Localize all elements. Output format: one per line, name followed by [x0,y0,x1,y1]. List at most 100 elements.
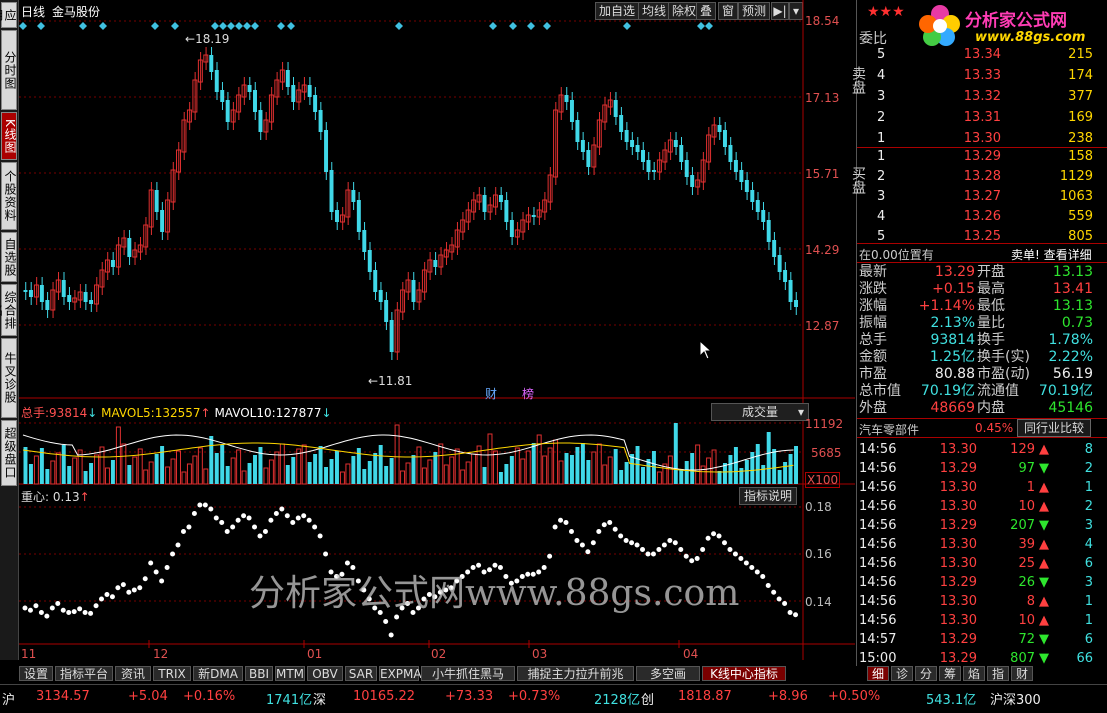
mavol10-value: 127877 [275,406,322,420]
left-tab-7[interactable]: 超级盘口 [1,420,17,486]
candle-body [324,130,329,172]
indicator-tab-0[interactable]: 设置 [19,666,53,681]
candle-body [761,210,766,222]
candle-body [690,175,695,187]
volume-bar [613,449,618,484]
arrow-down-icon: ▼ [1039,518,1049,533]
quote-row: 涨幅 +1.14% 最低 13.13 [857,298,1097,315]
divider [857,243,1107,244]
tick-count: 3 [1084,575,1093,590]
indicator-dot [295,515,301,521]
right-tab-6[interactable]: 财 [1011,666,1033,681]
buy-row[interactable]: 2 13.28 1129 [857,168,1097,186]
buy-side-label: 买盘 [850,166,866,194]
candle-body [772,240,777,257]
event-marker-finance[interactable]: 财 [485,385,497,402]
quote-value: 2.13% [930,315,975,331]
sell-row[interactable]: 4 13.33 174 [857,67,1097,85]
buy-row[interactable]: 3 13.27 1063 [857,188,1097,206]
indicator-tab-2[interactable]: 资讯 [115,666,151,681]
right-tab-4[interactable]: 焰 [963,666,985,681]
indicator-dot [317,533,323,539]
kline-chart[interactable] [19,0,855,660]
tick-volume: 26 [1018,575,1035,590]
industry-name[interactable]: 汽车零部件 [859,421,919,438]
left-tab-3[interactable]: 个股资料 [1,162,17,230]
volume-bar [569,455,574,484]
quote-label: 总手 [859,332,887,348]
sell-row[interactable]: 3 13.32 377 [857,88,1097,106]
right-tab-2[interactable]: 分 [915,666,937,681]
sell-row[interactable]: 1 13.30 238 [857,130,1097,148]
indicator-dot [120,582,126,588]
indicator-dot [754,569,760,575]
signal-diamond-icon [527,22,535,30]
buy-row[interactable]: 4 13.26 559 [857,208,1097,226]
left-tab-5[interactable]: 综合排名 [0,284,17,336]
indicator-tab-1[interactable]: 指标平台 [55,666,113,681]
sell-row[interactable]: 2 13.31 169 [857,109,1097,127]
indicator-tab-9[interactable]: EXPMA [379,666,422,681]
view-detail-link[interactable]: 卖单! 查看详细 [1011,246,1092,263]
date-axis-label: 02 [431,647,447,661]
candle-body [766,220,771,242]
buy-row[interactable]: 1 13.29 158 [857,148,1097,166]
indicator-tab-4[interactable]: 新DMA [193,666,243,681]
volume-bar [318,446,323,484]
indicator-dot [793,612,799,618]
chart-area[interactable]: 日线 金马股份 加自选 均线 除权叠窗预测 ▶| ▾ 18.54 17.13 15.71… [19,0,855,661]
indicator-tab-3[interactable]: TRIX [153,666,191,681]
candle-body [613,100,618,117]
quote-value: 80.88 [934,366,975,382]
volume-bar [132,456,138,485]
high-value: 18.19 [195,32,230,46]
volume-bar [291,457,296,484]
candle-body [389,320,394,352]
industry-compare-button[interactable]: 同行业比较 [1017,419,1092,437]
signal-diamond-icon [151,22,159,30]
left-tab-1[interactable]: 分时图 [1,30,17,110]
volume-bar [564,453,569,484]
quote-label: 外盘 [859,400,887,416]
indicator-dot [246,515,252,521]
indicator-dot [700,547,706,552]
arrow-down-icon: ▼ [1039,461,1049,476]
left-tab-2[interactable]: K线图 [1,112,17,160]
indicator-dot [22,605,28,611]
candle-body [214,70,219,92]
left-tab-0[interactable]: 应用 [0,2,17,28]
tick-count: 1 [1084,613,1093,628]
indicator-tab-11[interactable]: 捕捉主力拉升前兆 [517,666,634,681]
right-tab-1[interactable]: 诊 [891,666,913,681]
volume-bar [788,454,793,484]
volume-indicator-dropdown[interactable]: 成交量 ▾ [711,403,809,421]
volume-bar [351,456,356,484]
indicator-tab-13[interactable]: K线中心指标 [702,666,786,681]
left-tab-4[interactable]: 自选股 [1,232,17,282]
right-tab-0[interactable]: 细 [867,666,889,681]
indicator-help-button[interactable]: 指标说明 [739,487,798,505]
indicator-legend: 重心: 0.13↑ [21,490,90,504]
price-axis-label: 18.54 [805,14,840,28]
right-tab-3[interactable]: 筹 [939,666,961,681]
volume-bar [744,460,749,484]
candle-body [498,195,503,202]
tick-row: 14:56 13.29 207 ▼ 3 [857,516,1097,535]
sell-price: 13.33 [963,68,1001,83]
indicator-tab-7[interactable]: OBV [307,666,343,681]
candle-body [67,295,72,302]
candle-body [89,300,94,304]
indicator-dot [634,542,640,548]
indicator-tab-5[interactable]: BBI [245,666,273,681]
right-tab-5[interactable]: 指 [987,666,1009,681]
indicator-tab-8[interactable]: SAR [345,666,377,681]
indicator-tab-6[interactable]: MTM [275,666,305,681]
left-tab-6[interactable]: 牛叉诊股 [1,338,17,418]
tick-count: 6 [1084,632,1093,647]
tick-price: 13.30 [939,442,977,457]
indicator-tab-12[interactable]: 多空画 [636,666,700,681]
indicator-tab-10[interactable]: 小牛抓住黑马 [421,666,515,681]
event-marker-rank[interactable]: 榜 [522,385,534,402]
quote-label: 涨幅 [859,298,887,314]
sell-row[interactable]: 5 13.34 215 [857,46,1097,64]
